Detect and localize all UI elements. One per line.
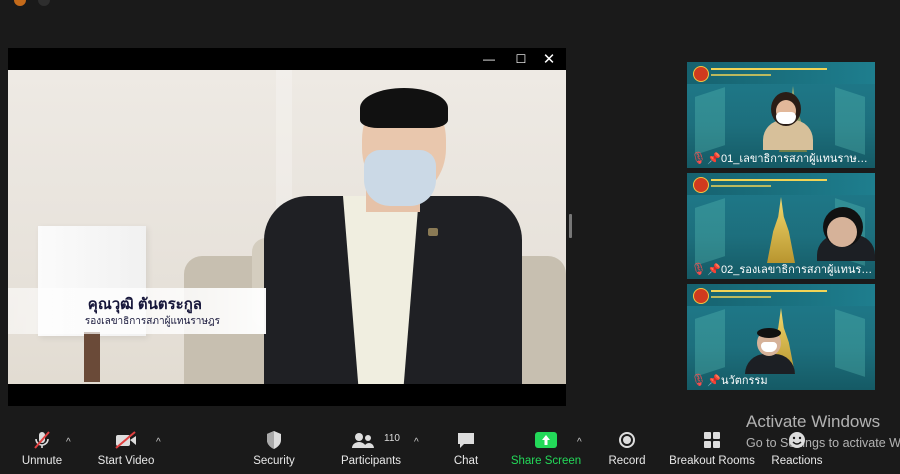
video-off-icon [115,431,136,449]
share-screen-icon [535,432,557,448]
chat-bubble-icon [458,433,474,448]
pin-icon: 📌 [707,374,721,387]
unmute-label: Unmute [21,455,63,467]
shared-window-titlebar: — ☐ ✕ [8,48,566,70]
smiley-icon [789,432,805,448]
shared-screen-window: — ☐ ✕ คุณวุฒิ ตันตระกูล รองเลขาธิการสภาผ… [8,48,566,406]
participant-name: นวัตกรรม [721,375,768,387]
tile-name-bar: 🎙 📌 02_รองเลขาธิการสภาผู้แทนราษฎร ... [687,259,875,279]
participants-label: Participants [340,455,402,467]
start-video-label: Start Video [97,455,155,467]
orange-dot-icon [14,0,26,6]
participants-options-caret-icon[interactable]: ^ [414,437,419,448]
participant-name: 02_รองเลขาธิการสภาผู้แทนราษฎร ... [721,264,875,276]
chat-label: Chat [453,455,479,467]
share-screen-label: Share Screen [510,455,582,467]
lamp-base [84,332,100,382]
close-button[interactable]: ✕ [532,48,566,70]
share-screen-button[interactable]: Share Screen [510,425,582,474]
muted-microphone-icon [34,431,50,449]
tile-name-bar: 🎙 📌 01_เลขาธิการสภาผู้แทนราษฎร ... [687,148,875,168]
record-button[interactable]: Record [606,425,648,474]
reactions-label: Reactions [771,455,823,467]
speaker-hair [360,88,448,128]
tile-name-bar: 🎙 📌 นวัตกรรม [687,370,875,390]
shield-icon [267,431,281,449]
shared-video-frame: คุณวุฒิ ตันตระกูล รองเลขาธิการสภาผู้แทนร… [8,70,566,384]
record-icon [619,432,635,448]
muted-mic-icon: 🎙 [691,262,707,276]
pagoda-graphic [767,197,795,263]
pin-icon: 📌 [707,152,721,165]
security-button[interactable]: Security [250,425,298,474]
breakout-rooms-icon [704,432,720,448]
breakout-rooms-label: Breakout Rooms [669,455,755,467]
tile-banner [687,173,875,195]
parliament-emblem-icon [693,177,709,193]
participants-icon [352,433,374,448]
caption-name: คุณวุฒิ ตันตระกูล [87,296,202,313]
split-resize-handle[interactable] [569,214,572,238]
parliament-emblem-icon [693,288,709,304]
unmute-button[interactable]: Unmute [18,425,66,474]
tile-banner [687,62,875,84]
security-label: Security [253,455,295,467]
participants-button[interactable]: 110 Participants [340,425,402,474]
start-video-button[interactable]: Start Video [96,425,156,474]
muted-mic-icon: 🎙 [691,373,707,387]
share-options-caret-icon[interactable]: ^ [577,437,582,448]
lapel-pin [428,228,438,236]
chat-button[interactable]: Chat [448,425,484,474]
video-options-caret-icon[interactable]: ^ [156,437,161,448]
meeting-toolbar: Unmute ^ Start Video ^ Security 110 Part… [0,425,900,474]
muted-mic-icon: 🎙 [691,151,707,165]
participant-name: 01_เลขาธิการสภาผู้แทนราษฎร ... [721,153,875,165]
record-label: Record [608,455,646,467]
tile-banner [687,284,875,306]
caption-role: รองเลขาธิการสภาผู้แทนราษฎร [84,316,220,327]
speaker-face-mask [364,150,436,206]
minimize-button[interactable]: — [472,48,506,70]
audio-options-caret-icon[interactable]: ^ [66,437,71,448]
participant-tile[interactable]: 🎙 📌 02_รองเลขาธิการสภาผู้แทนราษฎร ... [687,173,875,279]
pin-icon: 📌 [707,263,721,276]
participant-tile[interactable]: 🎙 📌 01_เลขาธิการสภาผู้แทนราษฎร ... [687,62,875,168]
top-window-dots [14,0,50,6]
breakout-rooms-button[interactable]: Breakout Rooms [668,425,756,474]
gray-dot-icon [38,0,50,6]
parliament-emblem-icon [693,66,709,82]
reactions-button[interactable]: Reactions [770,425,824,474]
lower-third-caption: คุณวุฒิ ตันตระกูล รองเลขาธิการสภาผู้แทนร… [8,288,266,334]
participant-tile[interactable]: 🎙 📌 นวัตกรรม [687,284,875,390]
participants-count: 110 [384,433,400,444]
